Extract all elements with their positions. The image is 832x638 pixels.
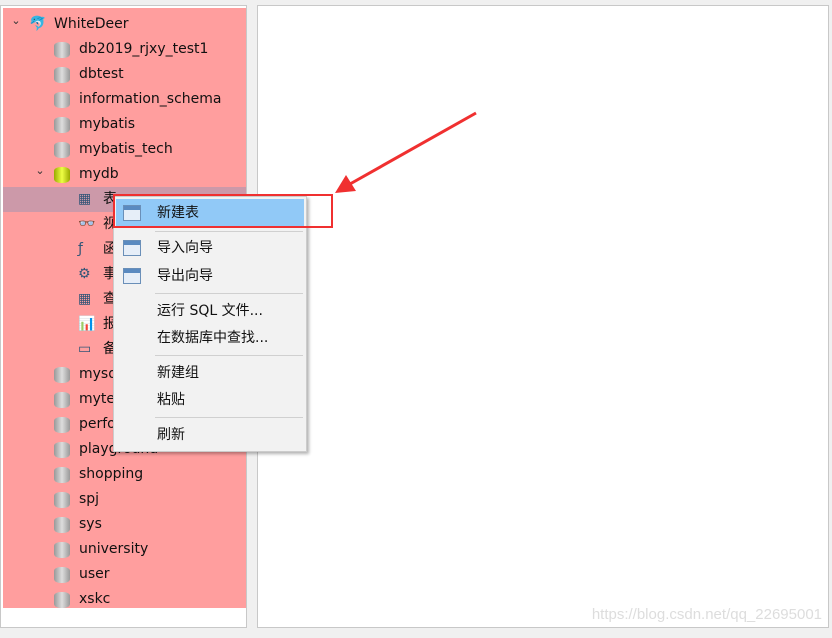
annotation-arrow (335, 111, 477, 193)
